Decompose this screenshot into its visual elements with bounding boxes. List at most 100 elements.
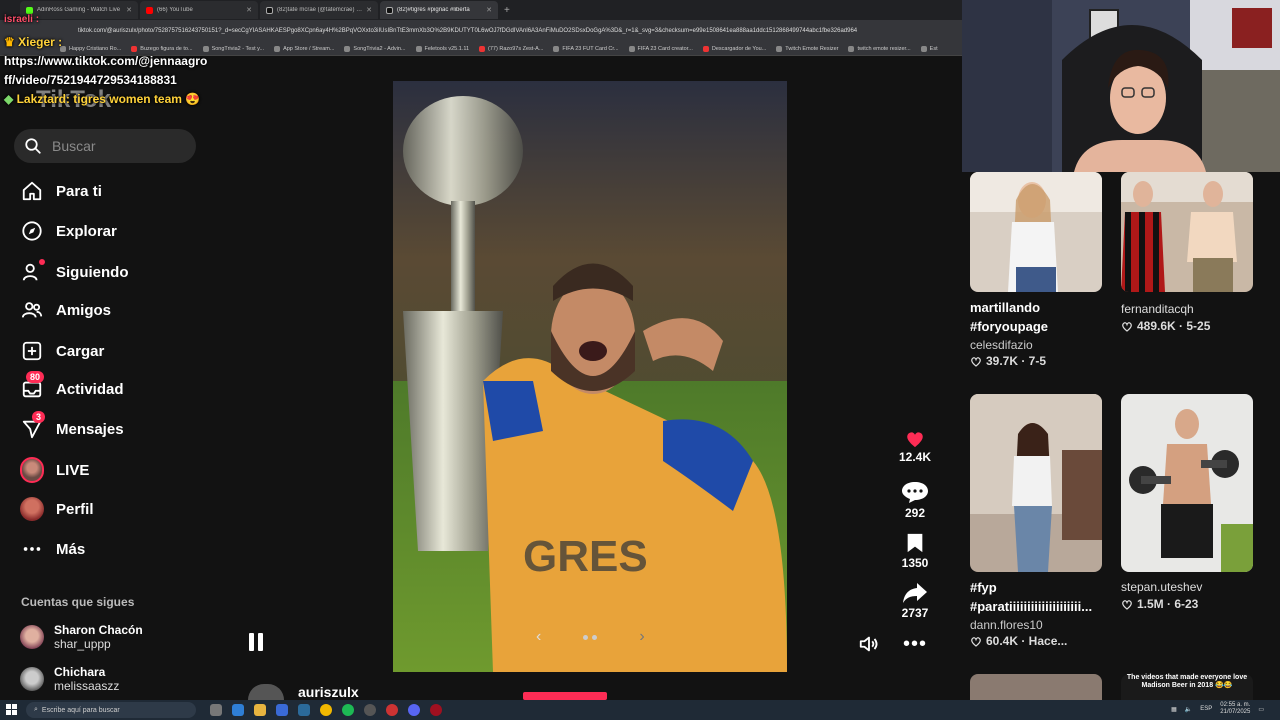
notifications-icon[interactable]: ▭ [1258, 706, 1264, 713]
nav-siguiendo[interactable]: Siguiendo [20, 257, 220, 287]
volume-icon[interactable]: 🔈 [1185, 706, 1192, 713]
network-icon[interactable]: ▦ [1171, 706, 1177, 713]
suggested-video[interactable]: fernanditacqh 489.6K · 5-25 [1121, 172, 1253, 333]
bookmark[interactable]: App Store / Stream... [274, 45, 334, 52]
chat-message: https://www.tiktok.com/@jennaagro [4, 54, 208, 68]
bookmark[interactable]: Twitch Emote Resizer [776, 45, 838, 52]
windows-start-icon[interactable] [6, 704, 18, 716]
close-icon[interactable]: ✕ [486, 6, 492, 14]
suggested-video[interactable]: martillando #foryoupage celesdifazio 39.… [970, 172, 1102, 368]
bookmark[interactable]: FIFA 23 Card creator... [628, 45, 693, 52]
tab-title: (82)tate mcrae (@tatemcrae) | T [277, 7, 363, 13]
nav-perfil[interactable]: Perfil [20, 494, 220, 524]
follow-button[interactable] [522, 692, 607, 700]
activity-icon: 80 [20, 371, 45, 401]
video-player[interactable]: GRES [393, 81, 787, 672]
nav-para-ti[interactable]: Para ti [20, 176, 220, 206]
video-author[interactable]: fernanditacqh [1121, 300, 1253, 319]
volume-icon[interactable] [858, 633, 880, 655]
avatar[interactable] [248, 684, 284, 700]
close-icon[interactable]: ✕ [246, 6, 252, 14]
suggested-video[interactable]: #fyp #paratiiiiiiiiiiiiiiiiiiii... dann.… [970, 394, 1102, 648]
nav-mensajes[interactable]: 3 Mensajes [20, 411, 220, 444]
home-icon [20, 179, 44, 203]
edge-icon[interactable] [232, 704, 244, 716]
followed-account[interactable]: Chichara melissaaszz [20, 662, 220, 696]
nav-label: Más [56, 540, 86, 558]
nav-live[interactable]: LIVE [20, 455, 220, 485]
file-explorer-icon[interactable] [254, 704, 266, 716]
chevron-right-icon[interactable]: › [639, 628, 644, 646]
task-view-icon[interactable] [210, 704, 222, 716]
video-thumbnail[interactable] [1121, 172, 1253, 292]
new-tab-icon[interactable]: + [504, 5, 510, 16]
app-icon[interactable] [298, 704, 310, 716]
video-author[interactable]: dann.flores10 [970, 618, 1102, 632]
video-thumbnail[interactable] [970, 172, 1102, 292]
author-username[interactable]: auriszulx [298, 684, 359, 700]
nav-mas[interactable]: Más [20, 534, 220, 564]
outlook-icon[interactable] [276, 704, 288, 716]
video-thumbnail[interactable] [1121, 394, 1253, 572]
video-caption[interactable]: martillando #foryoupage [970, 298, 1070, 336]
video-thumbnail[interactable] [970, 394, 1102, 572]
video-caption[interactable]: #fyp #paratiiiiiiiiiiiiiiiiiiii... [970, 578, 1102, 616]
clock[interactable]: 02:55 a. m. 21/07/2025 [1220, 702, 1250, 716]
heart-outline-icon [1122, 599, 1132, 610]
pause-icon[interactable] [246, 630, 266, 654]
suggested-video[interactable]: stepan.uteshev 1.5M · 6-23 [1121, 394, 1253, 611]
close-icon[interactable]: ✕ [366, 6, 372, 14]
browser-tab[interactable]: (82)tate mcrae (@tatemcrae) | T ✕ [260, 1, 378, 19]
more-options-icon[interactable]: ••• [903, 634, 927, 654]
nav-explorar[interactable]: Explorar [20, 216, 220, 246]
bookmark[interactable]: SongTrivia2 - Advin... [344, 45, 406, 52]
language-indicator[interactable]: ESP [1200, 706, 1212, 712]
carousel-dot[interactable] [592, 634, 598, 640]
like-count: 12.4K [898, 450, 932, 464]
carousel-dot[interactable] [583, 634, 589, 640]
compass-icon [20, 219, 44, 243]
windows-taskbar: ⌕ Escribe aquí para buscar ▦ 🔈 ESP 02:55 … [0, 700, 1280, 720]
video-thumbnail[interactable]: The videos that made everyone love Madis… [1121, 674, 1253, 700]
jersey-text: GRES [523, 532, 648, 581]
nav-label: Amigos [56, 301, 112, 319]
comment-count: 292 [904, 506, 926, 520]
taskbar-search[interactable]: ⌕ Escribe aquí para buscar [26, 702, 196, 718]
bookmark[interactable]: Descargador de You... [702, 45, 766, 52]
chevron-left-icon[interactable]: ‹ [536, 628, 541, 646]
share-count: 2737 [901, 606, 929, 620]
bookmark[interactable]: Feletools v25.1.11 [415, 45, 469, 52]
nav-label: LIVE [56, 461, 90, 479]
save-button[interactable]: 1350 [895, 532, 935, 570]
search-input[interactable] [52, 138, 182, 154]
following-section-title: Cuentas que sigues [21, 595, 135, 609]
share-button[interactable]: 2737 [895, 582, 935, 620]
bookmark[interactable]: FIFA 23 FUT Card Cr... [553, 45, 619, 52]
video-author-bar: auriszulx [232, 684, 962, 700]
spotify-icon[interactable] [342, 704, 354, 716]
like-button[interactable]: 12.4K [895, 430, 935, 464]
chrome-icon[interactable] [320, 704, 332, 716]
video-author[interactable]: stepan.uteshev [1121, 578, 1253, 597]
comment-button[interactable]: 292 [895, 480, 935, 520]
bookmark[interactable]: (77) Razo97s Zest-A... [479, 45, 543, 52]
bookmark[interactable]: Est [920, 45, 938, 52]
bookmark[interactable]: SongTrivia2 - Test y... [202, 45, 264, 52]
nav-cargar[interactable]: Cargar [20, 336, 220, 366]
app-icon[interactable] [386, 704, 398, 716]
obs-icon[interactable] [364, 704, 376, 716]
app-icon[interactable] [430, 704, 442, 716]
nav-actividad[interactable]: 80 Actividad [20, 371, 220, 404]
browser-tab-active[interactable]: (82)#tigres #pignac #liberta ✕ [380, 1, 498, 19]
search-box[interactable] [14, 129, 196, 163]
following-icon [20, 259, 45, 284]
nav-amigos[interactable]: Amigos [20, 295, 220, 325]
followed-account[interactable]: Sharon Chacón shar_uppp [20, 620, 220, 654]
video-author[interactable]: celesdifazio [970, 338, 1102, 352]
video-stats: 39.7K · 7-5 [970, 354, 1102, 368]
discord-icon[interactable] [408, 704, 420, 716]
live-icon [20, 457, 44, 483]
video-thumbnail[interactable] [970, 674, 1102, 700]
tiktok-sidebar: TikTok Para ti Explorar Siguiendo Amigos… [0, 56, 230, 700]
bookmark[interactable]: twitch emote resizer... [848, 45, 911, 52]
